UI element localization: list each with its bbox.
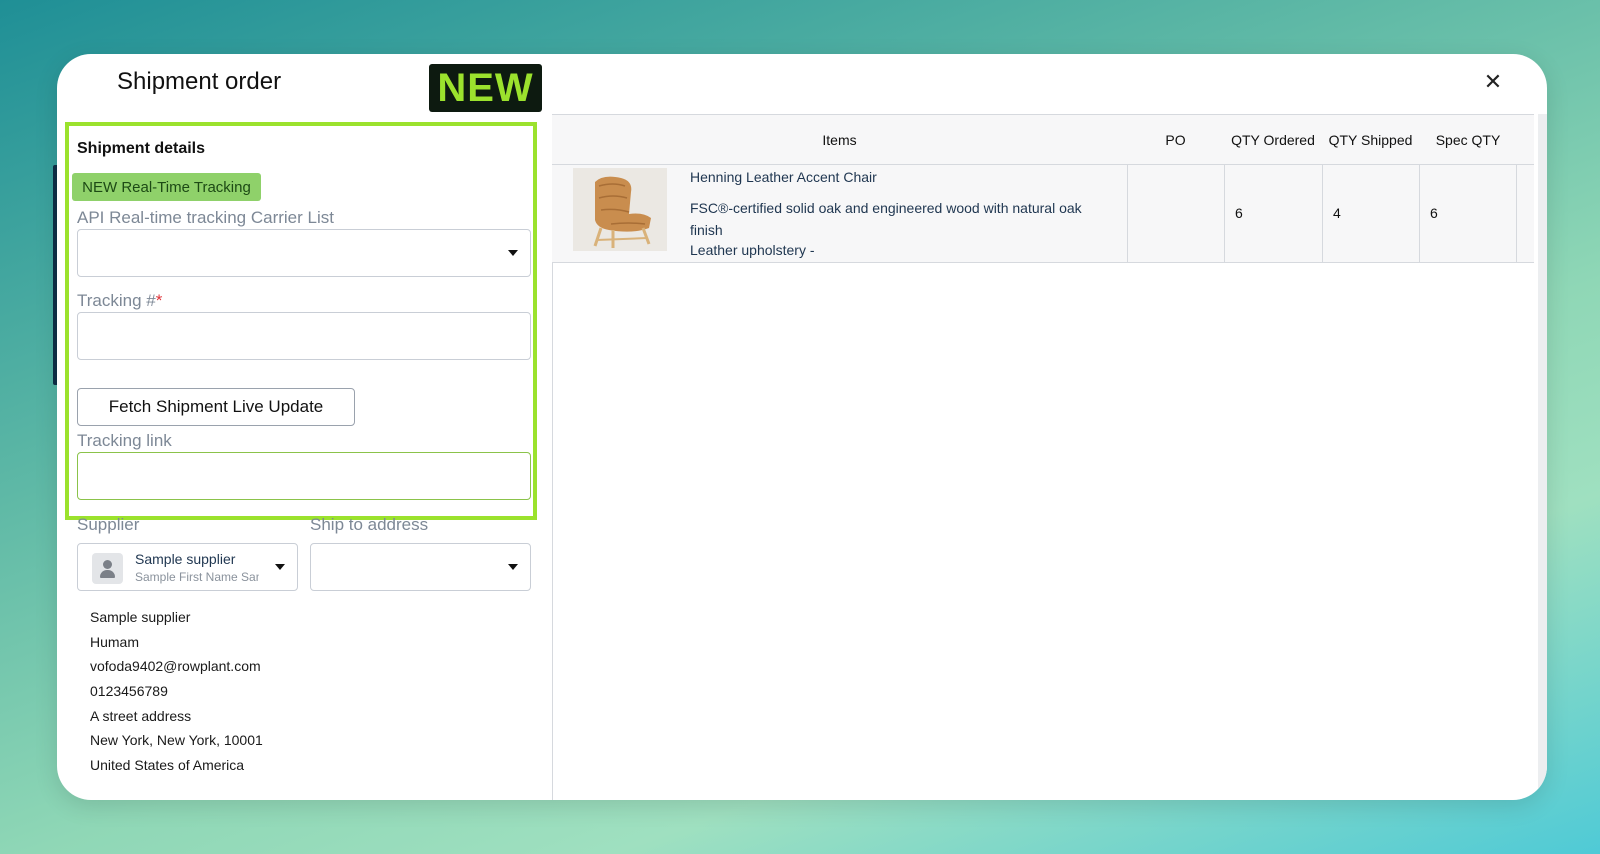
chevron-down-icon <box>508 250 518 256</box>
address-line: A street address <box>90 707 192 724</box>
fetch-shipment-live-update-button[interactable]: Fetch Shipment Live Update <box>77 388 355 426</box>
carrier-list-select[interactable] <box>77 229 531 277</box>
header-spec-qty[interactable]: Spec QTY <box>1419 115 1517 165</box>
chair-image <box>573 168 667 251</box>
ship-to-address-select[interactable] <box>310 543 531 591</box>
tracking-link-label: Tracking link <box>77 431 172 450</box>
real-time-tracking-badge: NEW Real-Time Tracking <box>72 173 261 201</box>
scrollbar[interactable] <box>1538 114 1547 800</box>
header-po[interactable]: PO <box>1127 115 1224 165</box>
carrier-list-label: API Real-time tracking Carrier List <box>77 208 334 227</box>
chevron-down-icon <box>508 564 518 570</box>
table-header: Items PO QTY Ordered QTY Shipped Spec QT… <box>552 114 1534 165</box>
supplier-contact-name: Sample First Name Sample Last Name <box>135 570 259 584</box>
cell-spec-qty: 6 <box>1430 205 1438 221</box>
header-items[interactable]: Items <box>552 115 1127 165</box>
section-title: Shipment details <box>77 140 206 157</box>
required-asterisk: * <box>155 291 163 310</box>
chevron-down-icon <box>275 564 285 570</box>
cell-divider <box>1322 165 1323 263</box>
tracking-number-label-text: Tracking # <box>77 291 156 310</box>
address-line: New York, New York, 10001 <box>90 732 263 749</box>
address-line: Sample supplier <box>90 609 191 625</box>
cell-qty-shipped: 4 <box>1333 205 1341 221</box>
tracking-number-label: Tracking #* <box>77 291 162 311</box>
cell-divider <box>1419 165 1420 263</box>
ship-to-address-label: Ship to address <box>310 515 429 534</box>
tracking-number-input[interactable] <box>77 312 531 360</box>
header-qty-ordered[interactable]: QTY Ordered <box>1224 115 1322 165</box>
address-line: vofoda9402@rowplant.com <box>90 658 261 675</box>
cell-divider <box>1516 165 1517 263</box>
cell-divider <box>1224 165 1225 263</box>
address-line: 0123456789 <box>90 683 168 700</box>
items-table: Items PO QTY Ordered QTY Shipped Spec QT… <box>552 114 1534 263</box>
address-line: Humam <box>90 633 140 650</box>
person-body <box>100 570 115 578</box>
shipment-details-panel: Shipment details NEW Real-Time Tracking … <box>57 54 552 800</box>
tracking-link-input[interactable] <box>77 452 531 500</box>
header-qty-shipped[interactable]: QTY Shipped <box>1322 115 1419 165</box>
close-button[interactable]: ✕ <box>1479 68 1507 96</box>
item-material: Leather upholstery - <box>690 242 815 258</box>
close-icon: ✕ <box>1483 69 1503 94</box>
shipment-order-modal: Shipment order NEW ✕ Shipment details NE… <box>57 54 1547 800</box>
supplier-name: Sample supplier <box>135 551 236 567</box>
person-icon <box>103 560 112 569</box>
address-line: United States of America <box>90 757 245 774</box>
product-thumbnail <box>573 168 667 251</box>
item-name: Henning Leather Accent Chair <box>690 169 877 185</box>
cell-divider <box>1127 165 1128 263</box>
avatar <box>92 553 123 584</box>
supplier-address-block: Sample supplier Humam vofoda9402@rowplan… <box>90 605 263 778</box>
cell-qty-ordered: 6 <box>1235 205 1243 221</box>
item-description: FSC®-certified solid oak and engineered … <box>690 200 1082 238</box>
table-row[interactable]: Henning Leather Accent Chair FSC®-certif… <box>552 165 1534 263</box>
supplier-select[interactable]: Sample supplier Sample First Name Sample… <box>77 543 298 591</box>
supplier-label: Supplier <box>77 515 140 534</box>
